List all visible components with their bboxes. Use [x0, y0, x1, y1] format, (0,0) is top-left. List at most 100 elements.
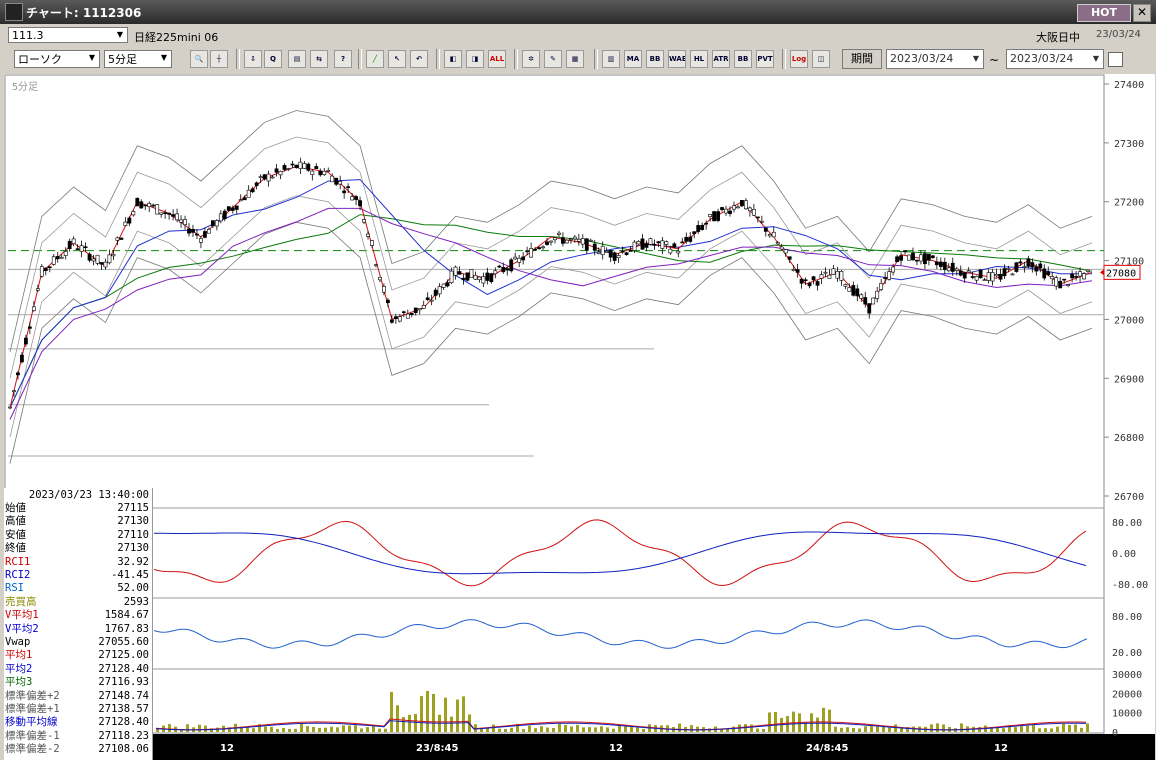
- calendar-icon[interactable]: ▼: [1090, 53, 1102, 65]
- atr-button[interactable]: ATR: [712, 50, 730, 68]
- candle-body: [823, 271, 828, 274]
- hl-button[interactable]: HL: [690, 50, 708, 68]
- candle-body: [195, 233, 199, 236]
- candle-body: [954, 268, 959, 271]
- candle-right-icon[interactable]: ◨: [466, 50, 484, 68]
- info-value: 27125.00: [98, 649, 149, 662]
- volume-bar: [252, 728, 255, 732]
- tools-icon[interactable]: ✎: [544, 50, 562, 68]
- code-select[interactable]: 111.3 ▼: [8, 27, 128, 43]
- candle-body: [457, 271, 462, 275]
- compare-icon[interactable]: ⇆: [310, 50, 328, 68]
- candle-body: [847, 287, 852, 292]
- interval-select[interactable]: 5分足 ▼: [104, 50, 172, 68]
- chart-type-select[interactable]: ローソク ▼: [14, 50, 100, 68]
- info-value: 1767.83: [104, 622, 149, 635]
- candle-body: [1070, 273, 1075, 279]
- crosshair-icon[interactable]: ┼: [210, 50, 228, 68]
- volume-bar: [276, 729, 279, 732]
- candle-body: [429, 299, 434, 302]
- candle-body: [513, 256, 518, 260]
- candle-body: [883, 277, 888, 279]
- candle-body: [226, 206, 231, 211]
- rsi-tick-label: 20.00: [1112, 648, 1142, 659]
- pointer-icon[interactable]: ↖: [388, 50, 406, 68]
- candle-body: [115, 237, 120, 241]
- period-checkbox[interactable]: [1108, 52, 1123, 67]
- pvt-button[interactable]: PVT: [756, 50, 774, 68]
- candle-body: [294, 164, 299, 169]
- candle-body: [827, 274, 832, 279]
- candle-body: [107, 254, 112, 264]
- search-chart-icon[interactable]: Q: [264, 50, 282, 68]
- candle-body: [839, 271, 844, 281]
- candle-body: [378, 277, 382, 281]
- candle-body: [1086, 269, 1090, 272]
- grid-icon[interactable]: ▥: [602, 50, 620, 68]
- candle-body: [588, 239, 593, 242]
- from-date-field[interactable]: 2023/03/24 ▼: [886, 49, 984, 69]
- volume-bar: [528, 725, 531, 732]
- candle-body: [449, 270, 454, 283]
- chart-area[interactable]: 27400 27300 27200 27100 27000 26900 26800 26700…: [4, 74, 1155, 760]
- to-date-field[interactable]: 2023/03/24 ▼: [1006, 49, 1104, 69]
- candle-body: [728, 210, 732, 214]
- candle-body: [612, 252, 617, 261]
- candle-body: [342, 190, 347, 194]
- candle-body: [67, 240, 72, 249]
- candle-body: [636, 241, 641, 245]
- bb2-button[interactable]: BB: [734, 50, 752, 68]
- candle-body: [12, 390, 16, 393]
- candle-body: [795, 269, 800, 273]
- info-value: 1584.67: [104, 609, 149, 622]
- undo-icon[interactable]: ↶: [410, 50, 428, 68]
- info-value: 27115: [117, 502, 149, 514]
- close-icon[interactable]: ✕: [1133, 4, 1151, 22]
- info-key: V平均1: [5, 609, 39, 622]
- volume-bar: [618, 725, 621, 732]
- candle-body: [183, 219, 187, 226]
- candle-body: [604, 251, 609, 253]
- last-price-arrow: [1100, 269, 1104, 276]
- ma-short: [9, 165, 1093, 408]
- candle-body: [326, 170, 331, 172]
- candle-body: [421, 304, 426, 309]
- candle-body: [370, 240, 374, 246]
- candle-body: [596, 251, 601, 254]
- candle-left-icon[interactable]: ◧: [444, 50, 462, 68]
- log-button[interactable]: Log: [790, 50, 808, 68]
- volume-bar: [1038, 728, 1041, 732]
- info-value: 32.92: [117, 555, 149, 568]
- candle-body: [652, 243, 657, 246]
- volume-bar: [294, 728, 297, 732]
- to-date-value: 2023/03/24: [1010, 52, 1074, 65]
- candle-body: [389, 319, 394, 323]
- settings-icon[interactable]: ✲: [522, 50, 540, 68]
- candle-body: [55, 256, 60, 260]
- all-button[interactable]: ALL: [488, 50, 506, 68]
- ma-button[interactable]: MA: [624, 50, 642, 68]
- zoom-icon[interactable]: 🔍: [190, 50, 208, 68]
- candle-body: [851, 285, 856, 296]
- split-view-icon[interactable]: ◫: [812, 50, 830, 68]
- volume-bar: [1086, 723, 1089, 732]
- palette-icon[interactable]: ▦: [566, 50, 584, 68]
- hot-button[interactable]: HOT: [1077, 4, 1131, 22]
- candle-body: [465, 272, 470, 281]
- indicator-icon[interactable]: ⇩: [244, 50, 262, 68]
- info-value: 27108.06: [98, 743, 149, 756]
- volume-bar: [552, 728, 555, 732]
- bb-button[interactable]: BB: [646, 50, 664, 68]
- candle-body: [867, 303, 872, 314]
- wae-button[interactable]: WAE: [668, 50, 686, 68]
- price-tick-label: 27000: [1114, 315, 1144, 326]
- draw-line-icon[interactable]: ╱: [366, 50, 384, 68]
- period-button[interactable]: 期間: [842, 49, 882, 69]
- info-key: RCI1: [5, 555, 31, 568]
- candle-body: [318, 170, 323, 176]
- chart-add-icon[interactable]: ▤: [288, 50, 306, 68]
- calendar-icon[interactable]: ▼: [970, 53, 982, 65]
- candle-body: [79, 245, 84, 252]
- candle-body: [1074, 276, 1078, 278]
- candle-body: [664, 241, 669, 245]
